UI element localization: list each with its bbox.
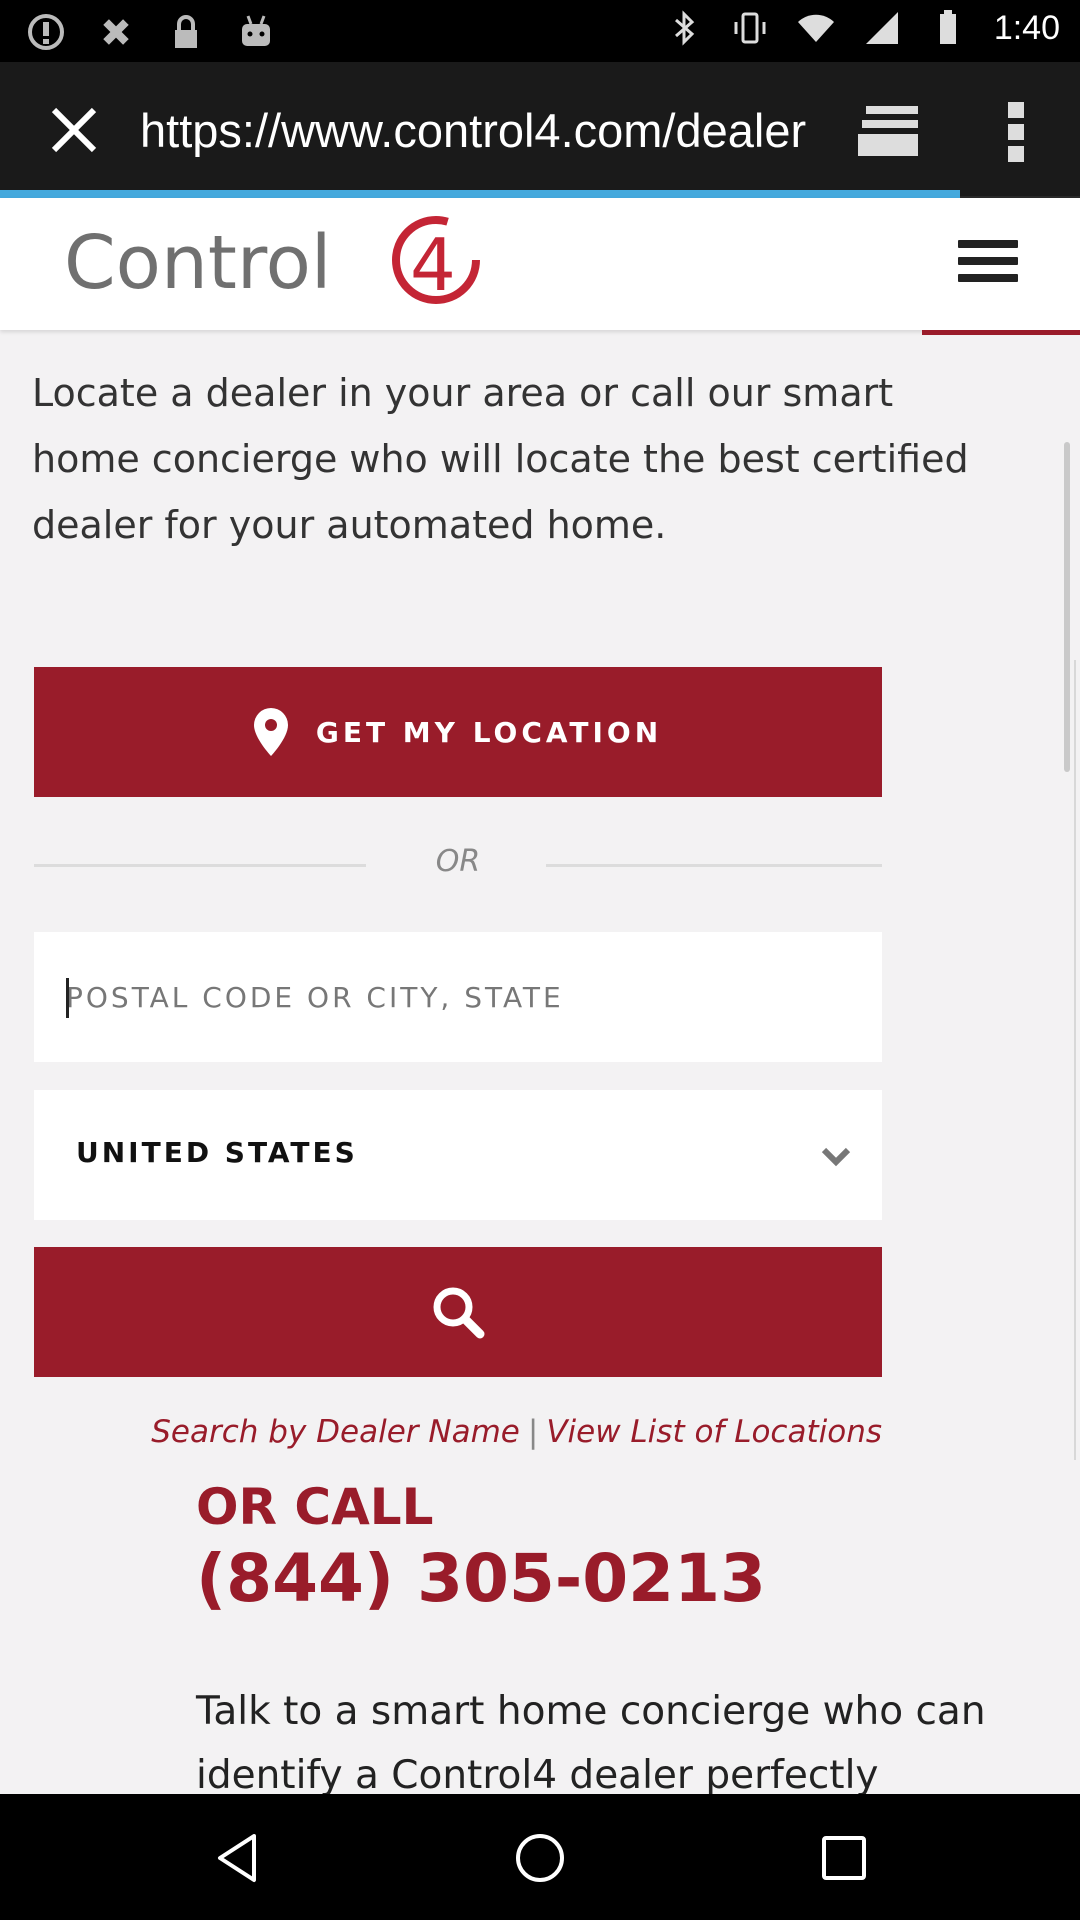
svg-text:4: 4 [410, 223, 456, 307]
or-call-heading: OR CALL [196, 1478, 434, 1536]
url-bar[interactable]: https://www.control4.com/dealer [140, 98, 808, 164]
search-button[interactable] [34, 1247, 882, 1377]
system-nav-bar [0, 1794, 1080, 1920]
tabs-icon[interactable] [858, 104, 922, 158]
scrollbar-thumb[interactable] [1064, 442, 1070, 772]
view-list-of-locations-link[interactable]: View List of Locations [546, 1414, 882, 1450]
or-label: OR [435, 844, 481, 879]
concierge-text: Talk to a smart home concierge who can i… [196, 1689, 986, 1798]
home-icon[interactable] [512, 1830, 568, 1886]
chevron-down-icon [821, 1147, 851, 1167]
overflow-menu-icon[interactable] [1000, 100, 1034, 164]
page-load-progress [0, 190, 960, 198]
bluetooth-icon [674, 10, 695, 46]
map-pin-icon [253, 708, 288, 756]
country-select[interactable]: UNITED STATES [34, 1090, 882, 1220]
search-icon [433, 1287, 485, 1339]
status-bar: 1:40 [0, 0, 1080, 62]
close-icon[interactable] [44, 100, 104, 160]
country-selected-value: UNITED STATES [76, 1136, 358, 1169]
wifi-icon [797, 14, 834, 42]
clock: 1:40 [993, 8, 1060, 47]
logo-text: Control [64, 220, 332, 306]
or-divider: OR [34, 840, 882, 880]
search-by-dealer-name-link[interactable]: Search by Dealer Name [151, 1414, 520, 1450]
battery-icon [939, 10, 956, 44]
header-accent-bar [922, 330, 1080, 335]
browser-toolbar: https://www.control4.com/dealer [0, 62, 1080, 198]
lock-icon [175, 15, 197, 48]
hamburger-menu-icon[interactable] [958, 240, 1018, 290]
signal-icon [865, 12, 898, 44]
divider-line-right [546, 864, 882, 867]
text-caret [66, 978, 69, 1018]
vibrate-icon [734, 12, 766, 44]
control4-logo[interactable]: Control 4 [62, 212, 492, 312]
alert-icon [28, 14, 64, 50]
android-icon [242, 15, 270, 46]
get-my-location-label: GET MY LOCATION [315, 715, 663, 749]
intro-text: Locate a dealer in your area or call our… [32, 371, 969, 547]
back-icon[interactable] [210, 1830, 266, 1886]
link-separator: | [527, 1414, 539, 1450]
site-header: Control 4 [0, 198, 1080, 330]
satellite-icon [103, 19, 129, 45]
scroll-track [1074, 660, 1076, 1460]
postal-code-input[interactable] [34, 932, 882, 1062]
search-links: Search by Dealer Name | View List of Locat… [34, 1414, 882, 1450]
phone-number-link[interactable]: (844) 305-0213 [196, 1540, 766, 1617]
recents-icon[interactable] [816, 1830, 872, 1886]
get-my-location-button[interactable]: GET MY LOCATION [34, 667, 882, 797]
